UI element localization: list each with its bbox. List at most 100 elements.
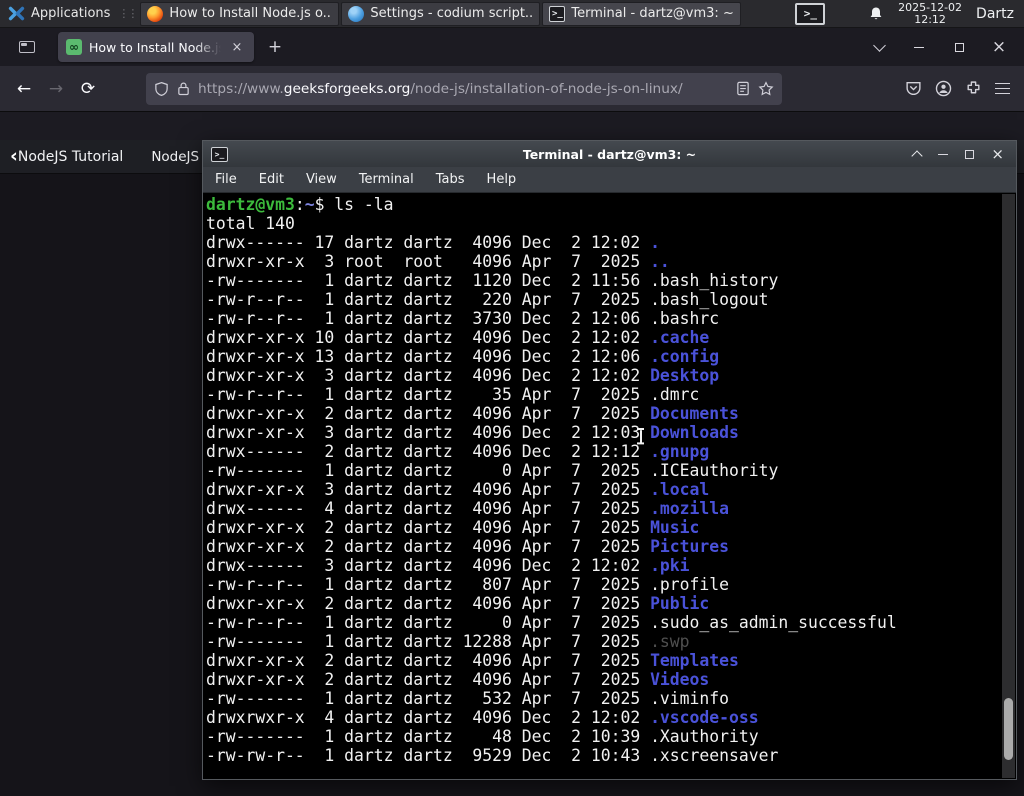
terminal-output-line: -rw-r--r-- 1 dartz dartz 3730 Dec 2 12:0…: [206, 309, 720, 328]
applications-menu-button[interactable]: Applications: [0, 0, 118, 27]
terminal-output-line: drwxr-xr-x 2 dartz dartz 4096 Apr 7 2025…: [206, 404, 739, 423]
pocket-icon[interactable]: [905, 80, 922, 97]
listing-directory-name: .pki: [650, 556, 690, 575]
listing-file-name: .ICEauthority: [650, 461, 779, 480]
browser-minimize-button[interactable]: [904, 34, 934, 60]
terminal-output-line: drwx------ 17 dartz dartz 4096 Dec 2 12:…: [206, 233, 660, 252]
firefox-view-button[interactable]: [12, 34, 42, 60]
terminal-window-title: Terminal - dartz@vm3: ~: [522, 146, 697, 162]
listing-directory-name: Templates: [650, 651, 739, 670]
listing-directory-name: .vscode-oss: [650, 708, 759, 727]
nav-scroll-left-icon[interactable]: ‹: [10, 147, 18, 166]
account-icon[interactable]: [935, 80, 952, 97]
forward-button[interactable]: →: [40, 74, 72, 104]
terminal-screen[interactable]: dartz@vm3:~$ ls -la total 140 drwx------…: [203, 193, 1016, 779]
lock-icon[interactable]: [177, 81, 190, 96]
tray-terminal-icon[interactable]: >_: [795, 2, 826, 25]
panel-user-label[interactable]: Dartz: [976, 6, 1014, 22]
terminal-output-line: -rw-r--r-- 1 dartz dartz 0 Apr 7 2025 .s…: [206, 613, 897, 632]
terminal-output-line: -rw------- 1 dartz dartz 1120 Dec 2 11:5…: [206, 271, 779, 290]
taskbar-button-label: Settings - codium script...: [370, 6, 534, 21]
scrollbar-thumb[interactable]: [1004, 698, 1013, 760]
terminal-menu-help[interactable]: Help: [487, 172, 517, 187]
clock-date: 2025-12-02: [898, 0, 963, 14]
firefox-icon: [147, 5, 164, 22]
terminal-listing: drwx------ 17 dartz dartz 4096 Dec 2 12:…: [206, 233, 1016, 765]
listing-directory-name: .mozilla: [650, 499, 730, 518]
panel-clock[interactable]: 2025-12-02 12:12: [898, 0, 963, 26]
listing-directory-name: .: [650, 233, 660, 252]
bookmark-star-icon[interactable]: [758, 80, 774, 97]
listing-directory-name: Music: [650, 518, 700, 537]
clock-time: 12:12: [914, 12, 946, 26]
listing-file-name: .dmrc: [650, 385, 700, 404]
terminal-menu-terminal[interactable]: Terminal: [359, 172, 414, 187]
back-button[interactable]: ←: [8, 74, 40, 104]
applications-label: Applications: [31, 6, 111, 21]
taskbar-button-firefox[interactable]: How to Install Node.js o...: [140, 1, 340, 26]
browser-navigation-toolbar: ← → ⟳ https://www.geeksforgeeks.org/node…: [0, 66, 1024, 112]
url-text: https://www.geeksforgeeks.org/node-js/in…: [198, 81, 728, 97]
terminal-output-line: drwxr-xr-x 3 root root 4096 Apr 7 2025 .…: [206, 252, 670, 271]
panel-grip-handle[interactable]: ⋮⋮: [118, 7, 138, 20]
terminal-shade-button[interactable]: [911, 150, 924, 162]
mouse-cursor-ibeam: [637, 428, 644, 446]
terminal-output-line: drwxr-xr-x 13 dartz dartz 4096 Dec 2 12:…: [206, 347, 720, 366]
terminal-scrollbar[interactable]: [1002, 194, 1015, 778]
terminal-menu-edit[interactable]: Edit: [259, 172, 284, 187]
terminal-total-line: total 140: [206, 214, 295, 233]
taskbar-button-label: Terminal - dartz@vm3: ~: [571, 6, 734, 21]
terminal-minimize-button[interactable]: [938, 153, 949, 155]
terminal-menu-view[interactable]: View: [306, 172, 337, 187]
chevron-down-icon: [872, 38, 886, 52]
tracking-shield-icon[interactable]: [154, 81, 169, 97]
terminal-close-button[interactable]: ×: [991, 145, 1004, 163]
taskbar-button-terminal[interactable]: >_ Terminal - dartz@vm3: ~: [542, 1, 742, 26]
prompt-cwd: ~: [304, 195, 315, 214]
listing-file-name: .Xauthority: [650, 727, 759, 746]
listing-file-name: .xscreensaver: [650, 746, 779, 765]
terminal-output-line: drwxr-xr-x 2 dartz dartz 4096 Apr 7 2025…: [206, 518, 700, 537]
terminal-output-line: drwxr-xr-x 3 dartz dartz 4096 Dec 2 12:0…: [206, 423, 739, 442]
listing-directory-name: Desktop: [650, 366, 720, 385]
terminal-menu-tabs[interactable]: Tabs: [436, 172, 465, 187]
terminal-prompt-line: dartz@vm3:~$ ls -la: [206, 195, 394, 214]
terminal-maximize-button[interactable]: [965, 149, 975, 159]
reader-mode-icon[interactable]: [736, 81, 750, 96]
terminal-output-line: drwxr-xr-x 2 dartz dartz 4096 Apr 7 2025…: [206, 670, 710, 689]
new-tab-button[interactable]: +: [262, 34, 288, 60]
terminal-output-line: -rw------- 1 dartz dartz 0 Apr 7 2025 .I…: [206, 461, 779, 480]
browser-maximize-button[interactable]: [944, 34, 974, 60]
url-domain: geeksforgeeks.org: [283, 80, 411, 97]
listing-file-name: .bash_logout: [650, 290, 769, 309]
prompt-command: $ ls -la: [314, 195, 394, 214]
terminal-output-line: -rw------- 1 dartz dartz 48 Dec 2 10:39 …: [206, 727, 759, 746]
list-all-tabs-button[interactable]: [864, 34, 894, 60]
terminal-titlebar[interactable]: >_ Terminal - dartz@vm3: ~ ×: [203, 141, 1016, 167]
terminal-output-line: drwxr-xr-x 2 dartz dartz 4096 Apr 7 2025…: [206, 651, 739, 670]
terminal-output-line: drwxrwxr-x 4 dartz dartz 4096 Dec 2 12:0…: [206, 708, 759, 727]
menu-hamburger-icon[interactable]: [995, 83, 1010, 94]
site-nav-item-tutorial[interactable]: NodeJS Tutorial: [18, 149, 123, 165]
listing-directory-name: Downloads: [650, 423, 739, 442]
geeksforgeeks-favicon: ∞: [66, 39, 82, 55]
url-bar[interactable]: https://www.geeksforgeeks.org/node-js/in…: [146, 72, 782, 105]
terminal-menu-file[interactable]: File: [215, 172, 237, 187]
browser-tab-bar: ∞ How to Install Node.js on × + ×: [0, 28, 1024, 66]
terminal-output-line: -rw-r--r-- 1 dartz dartz 35 Apr 7 2025 .…: [206, 385, 700, 404]
terminal-window: >_ Terminal - dartz@vm3: ~ × File Edit Vie…: [202, 140, 1017, 780]
toolbar-button-cluster: [905, 80, 1024, 97]
extensions-puzzle-icon[interactable]: [965, 80, 982, 97]
browser-close-button[interactable]: ×: [984, 34, 1014, 60]
notification-bell-icon[interactable]: [868, 6, 884, 22]
url-scheme: https://www.: [198, 80, 284, 97]
taskbar-button-codium[interactable]: Settings - codium script...: [341, 1, 541, 26]
url-path: /node-js/installation-of-node-js-on-linu…: [410, 80, 683, 97]
listing-file-name: .sudo_as_admin_successful: [650, 613, 897, 632]
listing-directory-name: ..: [650, 252, 670, 271]
browser-tab-active[interactable]: ∞ How to Install Node.js on ×: [58, 32, 254, 62]
listing-file-name: .viminfo: [650, 689, 730, 708]
reload-button[interactable]: ⟳: [72, 74, 104, 104]
tab-close-icon[interactable]: ×: [228, 38, 246, 56]
terminal-output-line: -rw------- 1 dartz dartz 532 Apr 7 2025 …: [206, 689, 730, 708]
